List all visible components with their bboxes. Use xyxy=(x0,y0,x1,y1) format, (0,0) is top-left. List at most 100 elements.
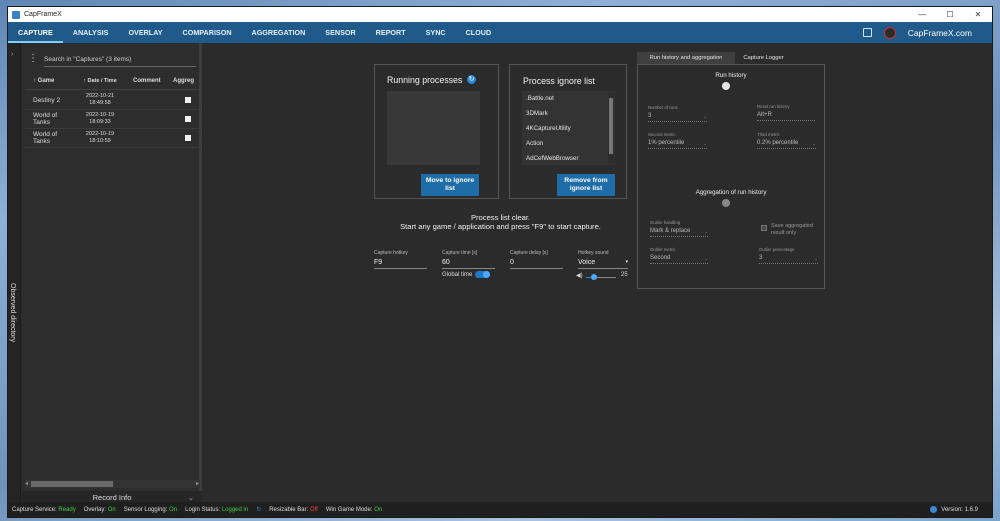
status-value: Logged in xyxy=(221,506,249,513)
capture-time-field[interactable]: Capture time [s] 60 xyxy=(442,250,495,269)
scroll-right-icon[interactable]: ▸ xyxy=(196,480,199,487)
maximize-button[interactable]: ☐ xyxy=(936,10,964,19)
table-row[interactable]: World of Tanks 2022-10-19 18:10:59 xyxy=(25,129,201,148)
ignore-list-panel: Process ignore list .Battle.net 3DMark 4… xyxy=(509,64,627,199)
aggregate-checkbox[interactable] xyxy=(185,135,191,141)
scroll-left-icon[interactable]: ◂ xyxy=(25,480,28,487)
table-row[interactable]: Destiny 2 2022-10-21 18:49:58 xyxy=(25,91,201,110)
menu-sync[interactable]: SYNC xyxy=(416,22,456,43)
reset-hotkey-value[interactable]: Alt+R xyxy=(757,112,815,121)
table-row[interactable]: World of Tanks 2022-10-19 18:09:33 xyxy=(25,110,201,129)
running-processes-list[interactable] xyxy=(387,91,480,165)
number-of-runs-value[interactable]: 3 xyxy=(648,113,707,122)
ignore-list-scrollbar[interactable] xyxy=(608,92,614,164)
outlier-handling-value[interactable]: Mark & replace xyxy=(650,228,708,237)
menu-comparison[interactable]: COMPARISON xyxy=(173,22,242,43)
second-metric-field[interactable]: Second metric 1% percentile ⌄ xyxy=(648,132,707,149)
list-item[interactable]: AdCefWebBrowser xyxy=(526,155,579,162)
refresh-status-icon[interactable]: ↻ xyxy=(256,506,261,513)
global-time-toggle[interactable] xyxy=(475,271,490,278)
outlier-metric-field[interactable]: Outlier metric Second ⌄ xyxy=(650,247,708,264)
row-game: Destiny 2 xyxy=(33,96,61,104)
menu-aggregation[interactable]: AGGREGATION xyxy=(242,22,316,43)
second-metric-value[interactable]: 1% percentile xyxy=(648,140,707,149)
column-comment[interactable]: Comment xyxy=(125,78,173,89)
capture-delay-field[interactable]: Capture delay [s] 0 xyxy=(510,250,563,269)
status-value: On xyxy=(107,506,116,513)
account-icon[interactable] xyxy=(883,26,896,39)
third-metric-value[interactable]: 0.2% percentile xyxy=(757,140,816,149)
menu-cloud[interactable]: CLOUD xyxy=(456,22,502,43)
status-label: Overlay: xyxy=(83,506,107,513)
running-processes-title: Running processes xyxy=(387,75,463,85)
status-label: Login Status: xyxy=(185,506,221,513)
more-options-icon[interactable]: ⋮ xyxy=(28,53,38,64)
aggregate-checkbox[interactable] xyxy=(185,97,191,103)
hotkey-sound-value[interactable]: Voice ▾ xyxy=(578,259,628,269)
status-value: On xyxy=(374,506,383,513)
list-item[interactable]: 4KCaptureUtility xyxy=(526,125,571,132)
dropdown-arrow-icon: ⌄ xyxy=(703,141,707,146)
title-bar: CapFrameX — ☐ ✕ xyxy=(8,7,992,22)
message-line-2: Start any game / application and press "… xyxy=(400,222,601,231)
expand-chevron-icon[interactable]: › xyxy=(11,51,13,58)
refresh-icon[interactable]: ↻ xyxy=(467,75,476,84)
menu-analysis[interactable]: ANALYSIS xyxy=(63,22,119,43)
run-history-switch[interactable] xyxy=(722,82,730,90)
capture-hotkey-field[interactable]: Capture hotkey F9 xyxy=(374,250,427,269)
save-aggregated-checkbox[interactable] xyxy=(761,225,767,231)
status-overlay: Overlay: On xyxy=(84,507,116,513)
tab-capture-logger[interactable]: Capture Logger xyxy=(735,52,792,64)
ignore-list[interactable]: .Battle.net 3DMark 4KCaptureUtility Acti… xyxy=(522,91,615,165)
list-item[interactable]: Action xyxy=(526,140,543,147)
column-aggregate[interactable]: Aggreg xyxy=(173,78,201,89)
minimize-button[interactable]: — xyxy=(908,10,936,19)
scroll-thumb[interactable] xyxy=(31,481,113,487)
capture-delay-value[interactable]: 0 xyxy=(510,259,563,269)
scroll-thumb[interactable] xyxy=(609,98,613,154)
capture-hotkey-value[interactable]: F9 xyxy=(374,259,427,269)
outlier-handling-field[interactable]: Outlier handling Mark & replace ⌄ xyxy=(650,220,708,237)
menu-capture[interactable]: CAPTURE xyxy=(8,22,63,43)
second-metric-label: Second metric xyxy=(648,132,676,137)
message-line-1: Process list clear. xyxy=(470,213,531,222)
number-of-runs-label: Number of runs xyxy=(648,105,678,110)
window-icon[interactable] xyxy=(862,28,872,37)
volume-slider[interactable] xyxy=(586,274,616,280)
outlier-metric-label: Outlier metric xyxy=(650,247,676,252)
number-of-runs-field[interactable]: Number of runs 3 ⌄ xyxy=(648,105,707,122)
save-aggregated-label: Save aggregated result only xyxy=(771,223,813,236)
outlier-metric-value[interactable]: Second xyxy=(650,255,708,264)
brand-link[interactable]: CapFrameX.com xyxy=(908,28,972,38)
aggregation-title: Aggregation of run history xyxy=(695,189,767,196)
aggregation-switch[interactable] xyxy=(722,199,730,207)
reset-hotkey-field[interactable]: Reset run history Alt+R xyxy=(757,104,815,121)
speaker-icon: ◀) xyxy=(576,273,583,279)
hotkey-sound-selected: Voice xyxy=(578,259,596,266)
column-date[interactable]: ↑ Date / Time xyxy=(75,78,125,89)
list-item[interactable]: .Battle.net xyxy=(526,95,554,102)
remove-from-ignore-button[interactable]: Remove from ignore list xyxy=(557,174,615,196)
outlier-percentage-field[interactable]: Outlier percentage 3 ⌄ xyxy=(759,247,818,264)
third-metric-field[interactable]: Third metric 0.2% percentile ⌄ xyxy=(757,132,816,149)
outlier-percentage-value[interactable]: 3 xyxy=(759,255,818,264)
captures-search-input[interactable]: Search in "Captures" (3 items) xyxy=(44,53,196,67)
menu-overlay[interactable]: OVERLAY xyxy=(118,22,172,43)
hotkey-sound-select[interactable]: Hotkey sound Voice ▾ xyxy=(578,250,628,269)
menu-report[interactable]: REPORT xyxy=(366,22,416,43)
move-to-ignore-button[interactable]: Move to ignore list xyxy=(421,174,479,196)
capture-hotkey-label: Capture hotkey xyxy=(374,250,408,256)
close-button[interactable]: ✕ xyxy=(964,10,992,19)
menu-sensor[interactable]: SENSOR xyxy=(315,22,365,43)
aggregate-checkbox[interactable] xyxy=(185,116,191,122)
column-game[interactable]: ↑ Game xyxy=(25,78,75,89)
horizontal-scrollbar[interactable]: ◂ ▸ xyxy=(25,480,200,488)
process-message: Process list clear. Start any game / app… xyxy=(374,213,627,231)
capture-time-value[interactable]: 60 xyxy=(442,259,495,269)
observed-directory-strip[interactable]: › Observed directory xyxy=(8,43,21,503)
tab-run-history[interactable]: Run history and aggregation xyxy=(637,52,735,64)
info-icon[interactable] xyxy=(930,506,938,513)
list-item[interactable]: 3DMark xyxy=(526,110,548,117)
volume-slider-knob[interactable] xyxy=(590,274,597,280)
reset-hotkey-label: Reset run history xyxy=(757,104,790,109)
